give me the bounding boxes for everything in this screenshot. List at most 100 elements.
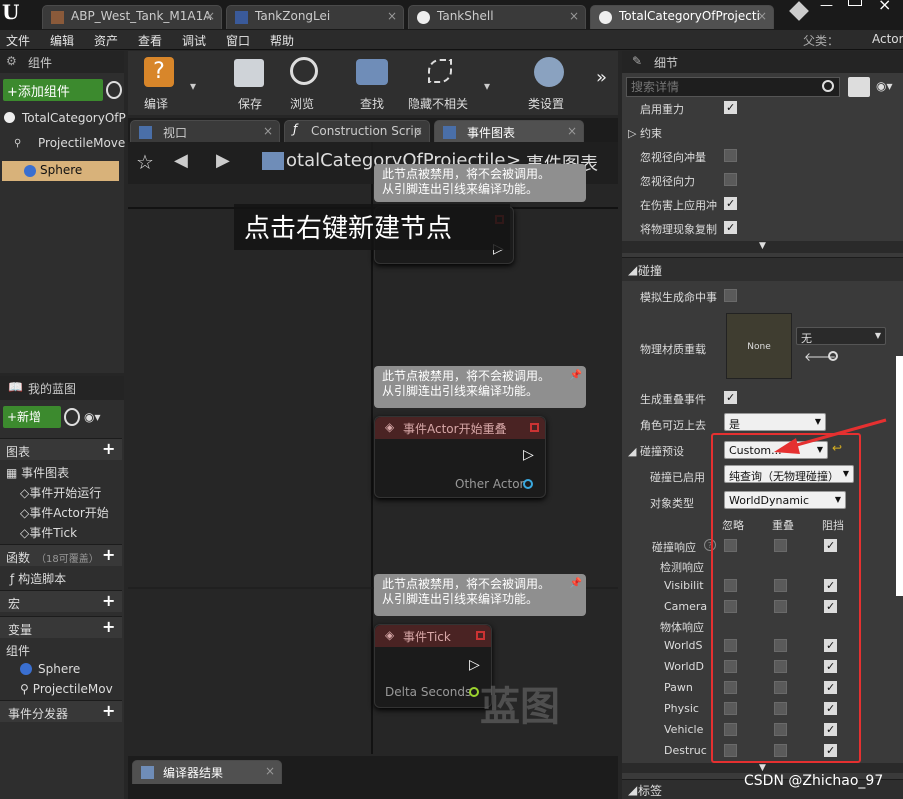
- float-pin-icon[interactable]: [469, 687, 479, 697]
- material-thumbnail[interactable]: None: [726, 313, 792, 379]
- event-item[interactable]: ◇事件开始运行: [20, 484, 101, 501]
- back-icon[interactable]: ◀: [174, 150, 188, 171]
- exec-pin-icon[interactable]: ▷: [469, 657, 480, 673]
- star-icon[interactable]: ☆: [136, 150, 154, 174]
- details-header: ✎ 细节: [622, 51, 903, 73]
- compiler-icon: [141, 766, 154, 779]
- details-scrollbar[interactable]: [896, 356, 903, 596]
- component-item[interactable]: ⚲ ProjectileMove: [14, 135, 125, 153]
- expand-advanced-icon[interactable]: ▼: [622, 763, 903, 773]
- menu-asset[interactable]: 资产: [94, 32, 118, 49]
- add-macro-button[interactable]: +: [102, 591, 115, 610]
- close-icon[interactable]: ×: [387, 9, 397, 23]
- more-toolbar-icon[interactable]: »: [596, 67, 607, 88]
- add-variable-button[interactable]: +: [102, 617, 115, 636]
- variable-item[interactable]: Sphere: [20, 662, 80, 676]
- add-graph-button[interactable]: +: [102, 439, 115, 458]
- hide-unrelated-button[interactable]: 隐藏不相关: [406, 55, 476, 111]
- forward-icon[interactable]: ▶: [216, 150, 230, 171]
- close-icon[interactable]: ×: [757, 9, 767, 23]
- enable-gravity-checkbox[interactable]: [724, 101, 737, 114]
- collapse-arrow-icon: ◢: [628, 783, 638, 797]
- menu-view[interactable]: 查看: [138, 32, 162, 49]
- tab-viewport[interactable]: 视口 ×: [130, 120, 280, 142]
- grid-view-icon[interactable]: [848, 77, 870, 97]
- menu-debug[interactable]: 调试: [182, 32, 206, 49]
- pin-icon[interactable]: 📌: [570, 576, 582, 591]
- close-window-button[interactable]: ×: [878, 0, 891, 14]
- tab-compiler-results[interactable]: 编译器结果 ×: [132, 760, 282, 784]
- menu-help[interactable]: 帮助: [270, 32, 294, 49]
- replicate-physics-checkbox[interactable]: [724, 221, 737, 234]
- event-node-tick[interactable]: ◈ 事件Tick ▷ Delta Seconds: [374, 624, 492, 708]
- close-icon[interactable]: ×: [567, 124, 577, 138]
- save-button[interactable]: 保存: [228, 55, 278, 111]
- tab-tankshell[interactable]: TankShell ×: [408, 5, 586, 29]
- search-icon[interactable]: [64, 408, 80, 426]
- apply-impulse-on-damage-checkbox[interactable]: [724, 197, 737, 210]
- compile-options-arrow[interactable]: ▾: [190, 79, 196, 93]
- ue-icon: [789, 1, 809, 21]
- close-icon[interactable]: ×: [413, 124, 423, 138]
- minimize-button[interactable]: —: [820, 0, 833, 13]
- functions-section[interactable]: 函数 （18可覆盖） +: [0, 544, 122, 566]
- ignore-radial-impulse-checkbox[interactable]: [724, 149, 737, 162]
- eye-icon[interactable]: ◉▾: [84, 410, 101, 424]
- construction-script-item[interactable]: ƒ 构造脚本: [10, 570, 66, 587]
- macros-section[interactable]: 宏 +: [0, 590, 122, 612]
- expand-advanced-icon[interactable]: ▼: [622, 241, 903, 253]
- menu-file[interactable]: 文件: [6, 32, 30, 49]
- search-icon[interactable]: [106, 81, 122, 99]
- close-icon[interactable]: ×: [569, 9, 579, 23]
- variable-item[interactable]: ⚲ ProjectileMov: [20, 682, 113, 696]
- menu-edit[interactable]: 编辑: [50, 32, 74, 49]
- event-graph-canvas[interactable]: ☆ ◀ ▶ otalCategoryOfProjectile > 事件图表 此节…: [128, 142, 618, 754]
- find-button[interactable]: 查找: [350, 55, 400, 111]
- menu-window[interactable]: 窗口: [226, 32, 250, 49]
- graphs-section[interactable]: 图表 +: [0, 438, 122, 460]
- tab-event-graph[interactable]: 事件图表 ×: [434, 120, 584, 142]
- components-category[interactable]: 组件: [6, 642, 30, 659]
- variables-section[interactable]: 变量 +: [0, 616, 122, 638]
- class-settings-button[interactable]: 类设置: [526, 55, 576, 111]
- constraints-row[interactable]: ▷ 约束: [628, 125, 662, 141]
- component-root[interactable]: TotalCategoryOfP: [4, 109, 126, 127]
- event-icon: ◇: [20, 506, 30, 520]
- tab-construction-script[interactable]: ƒ Construction Scrip ×: [284, 120, 430, 142]
- phys-material-dropdown[interactable]: 无: [796, 327, 886, 345]
- tab-abp[interactable]: ABP_West_Tank_M1A1A ×: [42, 5, 222, 29]
- eye-icon[interactable]: ◉▾: [876, 79, 893, 93]
- pin-icon[interactable]: 📌: [570, 368, 582, 383]
- maximize-button[interactable]: [848, 0, 862, 6]
- object-pin-icon[interactable]: [523, 479, 533, 489]
- event-item[interactable]: ◇事件Actor开始: [20, 504, 109, 521]
- browse-icon[interactable]: [828, 351, 838, 361]
- new-button[interactable]: +新增: [3, 406, 61, 428]
- hide-options-arrow[interactable]: ▾: [484, 79, 490, 93]
- add-function-button[interactable]: +: [102, 545, 115, 564]
- details-search-input[interactable]: [626, 77, 840, 97]
- compile-button[interactable]: ? 编译: [136, 55, 188, 111]
- tab-totalcategory[interactable]: TotalCategoryOfProjecti ×: [590, 5, 774, 29]
- node-header: ◈ 事件Actor开始重叠: [375, 417, 545, 439]
- add-dispatcher-button[interactable]: +: [102, 701, 115, 720]
- close-icon[interactable]: ×: [205, 9, 215, 23]
- event-dispatchers-section[interactable]: 事件分发器 +: [0, 700, 122, 722]
- close-icon[interactable]: ×: [265, 764, 275, 778]
- event-item[interactable]: ◇事件Tick: [20, 524, 77, 541]
- exec-pin-icon[interactable]: ▷: [523, 447, 534, 463]
- ignore-radial-force-checkbox[interactable]: [724, 173, 737, 186]
- generate-overlap-checkbox[interactable]: [724, 391, 737, 404]
- parent-class-value[interactable]: Actor: [872, 32, 903, 46]
- collision-section[interactable]: ◢ 碰撞: [622, 257, 903, 281]
- simulation-hit-events-checkbox[interactable]: [724, 289, 737, 302]
- component-item-selected[interactable]: Sphere: [2, 161, 119, 181]
- event-node-actor-overlap[interactable]: ◈ 事件Actor开始重叠 ▷ Other Actor: [374, 416, 546, 498]
- toolbar: ? 编译 ▾ 保存 浏览 查找 隐藏不相关 ▾ 类设置 »: [128, 51, 618, 115]
- browse-button[interactable]: 浏览: [284, 55, 334, 111]
- event-graph-item[interactable]: ▦ 事件图表: [6, 464, 69, 481]
- close-icon[interactable]: ×: [263, 124, 273, 138]
- tab-tankzonglei[interactable]: TankZongLei ×: [226, 5, 404, 29]
- add-component-button[interactable]: +添加组件: [3, 79, 103, 101]
- sphere-icon: [599, 11, 612, 24]
